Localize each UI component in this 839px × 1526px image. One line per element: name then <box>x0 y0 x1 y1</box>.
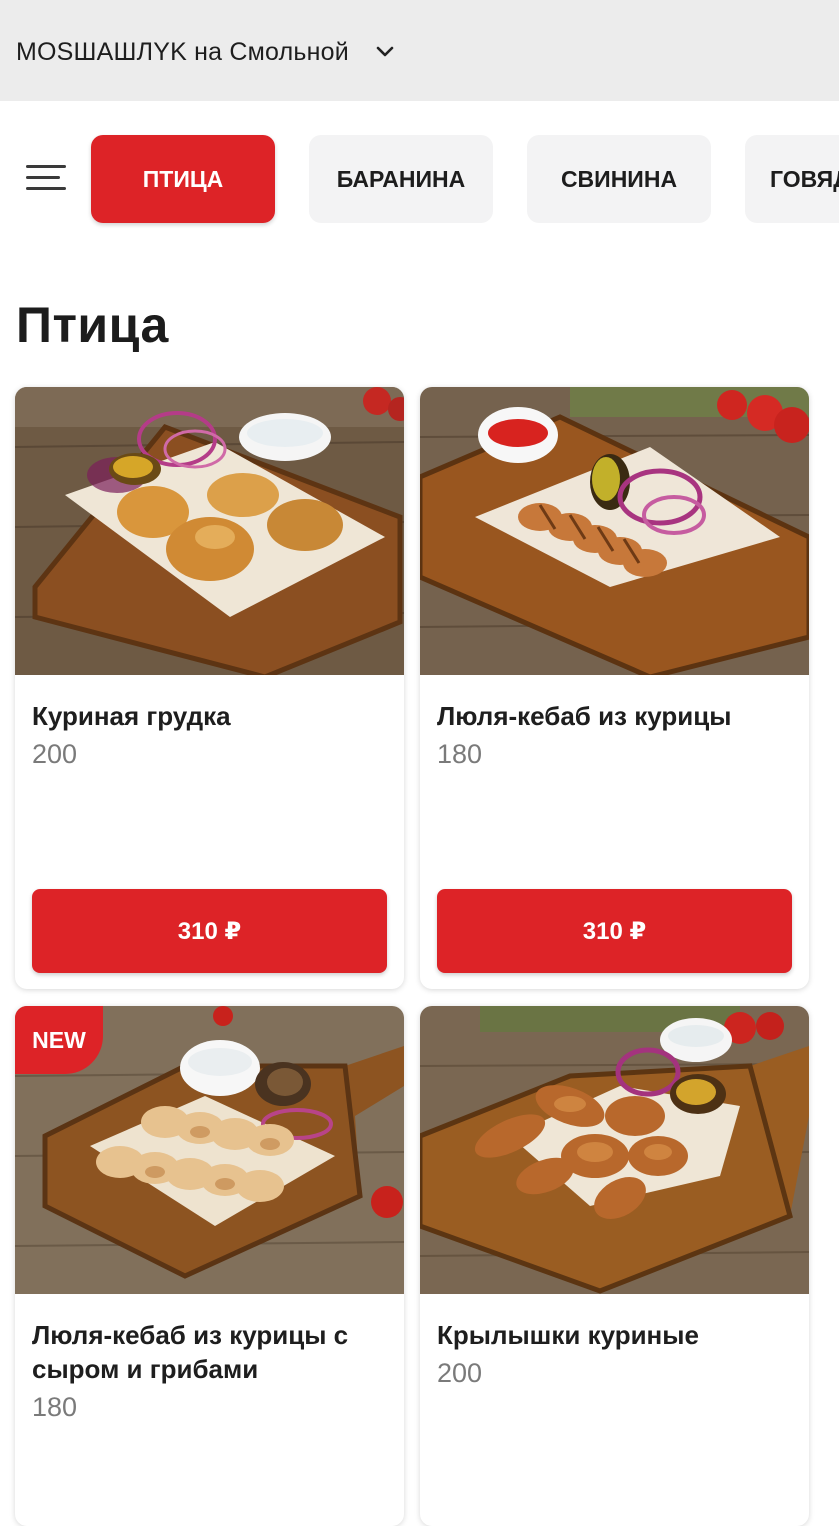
product-name: Куриная грудка <box>32 701 231 731</box>
category-tab-baranina[interactable]: БАРАНИНА <box>309 135 493 223</box>
category-tab-svinina[interactable]: СВИНИНА <box>527 135 711 223</box>
product-weight: 180 <box>32 1392 78 1422</box>
chevron-down-icon <box>375 42 395 62</box>
category-tab-govyadina[interactable]: ГОВЯД <box>745 135 839 223</box>
add-to-cart-button[interactable]: 310 ₽ <box>437 889 792 973</box>
product-name: Люля-кебаб из курицы с сыром и грибами <box>32 1320 349 1384</box>
hamburger-menu-icon[interactable] <box>24 161 68 195</box>
product-name: Люля-кебаб из курицы <box>437 701 732 731</box>
product-card[interactable]: NEW Люля-кебаб из курицы с сыром и гриба… <box>15 1006 404 1526</box>
product-weight: 200 <box>437 1358 483 1388</box>
product-card[interactable]: Куриная грудка 200 310 ₽ <box>15 387 404 989</box>
product-weight: 200 <box>32 739 78 769</box>
restaurant-selector[interactable]: MOSШАШЛYK на Смольной <box>16 36 395 68</box>
category-tab-ptica[interactable]: ПТИЦА <box>91 135 275 223</box>
product-photo[interactable] <box>420 1006 809 1294</box>
product-photo[interactable]: NEW <box>15 1006 404 1294</box>
product-card[interactable]: Крылышки куриные 200 <box>420 1006 809 1526</box>
product-photo[interactable] <box>420 387 809 675</box>
category-bar: ПТИЦА БАРАНИНА СВИНИНА ГОВЯД <box>0 101 839 249</box>
add-to-cart-button[interactable]: 310 ₽ <box>32 889 387 973</box>
top-bar: MOSШАШЛYK на Смольной <box>0 0 839 101</box>
restaurant-name: MOSШАШЛYK на Смольной <box>16 37 349 66</box>
product-card[interactable]: Люля-кебаб из курицы 180 310 ₽ <box>420 387 809 989</box>
product-photo[interactable] <box>15 387 404 675</box>
new-badge: NEW <box>15 1006 103 1074</box>
product-weight: 180 <box>437 739 483 769</box>
section-title: Птица <box>16 297 169 353</box>
product-name: Крылышки куриные <box>437 1320 699 1350</box>
